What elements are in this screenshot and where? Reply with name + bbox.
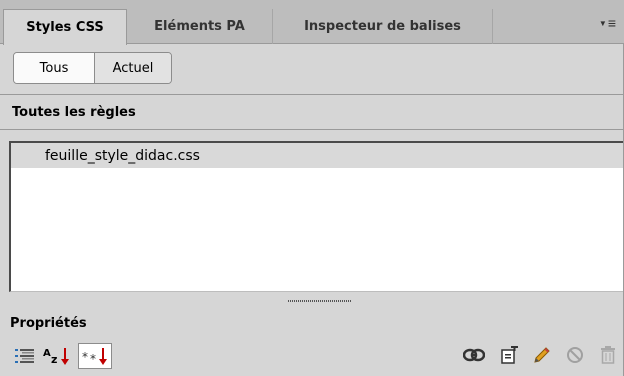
delete-rule-icon[interactable]: [598, 344, 618, 366]
all-rules-title: Toutes les règles: [12, 105, 136, 120]
all-rules-header[interactable]: Toutes les règles: [0, 94, 623, 130]
tab-label: Eléments PA: [154, 19, 245, 34]
tab-tag-inspector[interactable]: Inspecteur de balises: [273, 9, 493, 44]
svg-text:*: *: [90, 352, 96, 366]
alphabetical-view-icon[interactable]: A z: [42, 345, 72, 367]
list-item[interactable]: feuille_style_didac.css: [11, 143, 623, 168]
tab-label: Inspecteur de balises: [304, 19, 461, 34]
svg-text:A: A: [43, 348, 51, 359]
stylesheet-name: feuille_style_didac.css: [45, 147, 200, 164]
menu-lines-icon: ≡: [607, 15, 616, 31]
current-mode-label: Actuel: [112, 60, 154, 76]
view-mode-toggle: Tous Actuel: [13, 52, 172, 84]
current-mode-button[interactable]: Actuel: [95, 53, 171, 83]
category-view-icon[interactable]: [14, 346, 36, 366]
disable-property-icon[interactable]: [565, 345, 585, 365]
menu-triangle-icon: ▼: [598, 18, 607, 28]
panel-options-menu-button[interactable]: ▼ ≡: [599, 16, 616, 30]
svg-text:*: *: [82, 350, 88, 364]
edit-style-icon[interactable]: [532, 345, 552, 365]
svg-text:z: z: [51, 353, 57, 366]
new-css-rule-icon[interactable]: [499, 345, 519, 365]
set-properties-view-icon[interactable]: * *: [78, 343, 112, 369]
properties-title: Propriétés: [10, 316, 87, 331]
attach-stylesheet-icon[interactable]: [462, 346, 486, 364]
rules-list[interactable]: feuille_style_didac.css: [9, 141, 623, 292]
pane-splitter[interactable]: [0, 295, 623, 309]
all-mode-button[interactable]: Tous: [14, 53, 95, 83]
splitter-grip-icon: [288, 300, 352, 302]
tab-styles-css[interactable]: Styles CSS: [3, 9, 127, 45]
tab-label: Styles CSS: [26, 20, 104, 35]
all-mode-label: Tous: [39, 60, 69, 76]
tab-elements-pa[interactable]: Eléments PA: [127, 9, 273, 44]
css-styles-panel: Styles CSS Eléments PA Inspecteur de bal…: [0, 0, 624, 376]
panel-tab-bar: Styles CSS Eléments PA Inspecteur de bal…: [0, 0, 624, 45]
